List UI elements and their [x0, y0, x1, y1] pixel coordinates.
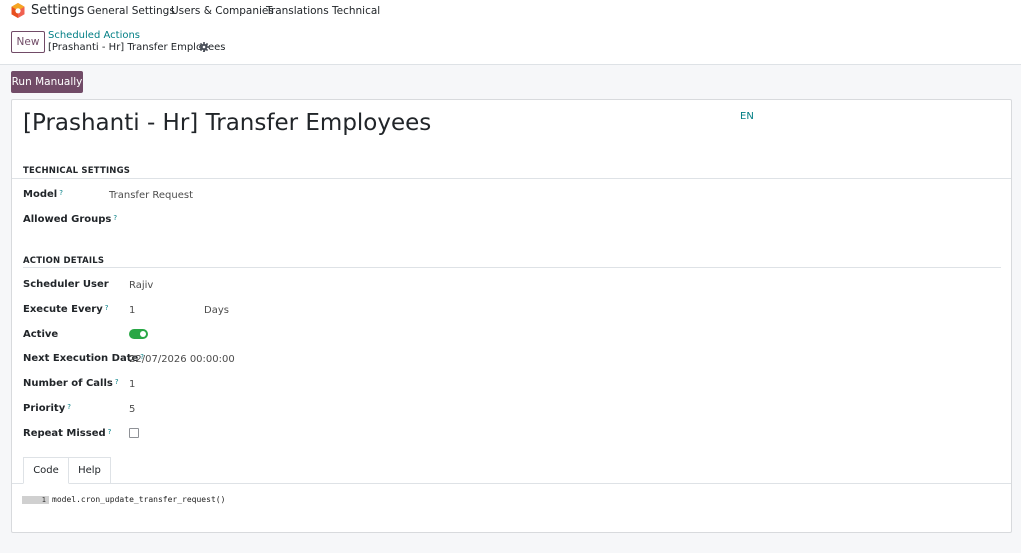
odoo-app-icon[interactable] [11, 3, 25, 18]
number-of-calls-label: Number of Calls? [23, 378, 119, 389]
active-label: Active [23, 329, 59, 340]
code-editor[interactable]: 1 model.cron_update_transfer_request() [22, 495, 1002, 507]
app-name[interactable]: Settings [31, 3, 84, 18]
menu-translations[interactable]: Translations [266, 5, 329, 17]
help-tooltip-icon[interactable]: ? [113, 214, 117, 222]
record-title[interactable]: [Prashanti - Hr] Transfer Employees [23, 110, 431, 136]
next-execution-date-field[interactable]: 22/07/2026 00:00:00 [129, 354, 235, 365]
menu-users-companies[interactable]: Users & Companies [171, 5, 274, 17]
language-switcher[interactable]: EN [740, 111, 754, 122]
breadcrumb-scheduled-actions[interactable]: Scheduled Actions [48, 30, 140, 41]
help-tooltip-icon[interactable]: ? [115, 378, 119, 386]
gear-icon[interactable] [199, 42, 209, 52]
form-sheet: [Prashanti - Hr] Transfer Employees EN T… [11, 99, 1012, 533]
section-action-details: ACTION DETAILS [23, 256, 105, 266]
help-tooltip-icon[interactable]: ? [105, 304, 109, 312]
run-manually-button[interactable]: Run Manually [11, 71, 83, 93]
tab-divider [12, 483, 1011, 484]
scheduler-user-label: Scheduler User [23, 279, 109, 290]
section-divider [23, 267, 1001, 268]
menu-general-settings[interactable]: General Settings [87, 5, 175, 17]
model-label: Model? [23, 189, 63, 200]
priority-field[interactable]: 5 [129, 404, 135, 415]
active-toggle[interactable] [129, 329, 148, 339]
tab-code[interactable]: Code [23, 457, 69, 484]
interval-unit-select[interactable]: Days [204, 305, 229, 316]
top-navbar: Settings General Settings Users & Compan… [0, 0, 1021, 22]
execute-every-label: Execute Every? [23, 304, 109, 315]
control-panel: New Scheduled Actions [Prashanti - Hr] T… [0, 22, 1021, 65]
interval-number-field[interactable]: 1 [129, 305, 135, 316]
number-of-calls-field[interactable]: 1 [129, 379, 135, 390]
section-technical-settings: TECHNICAL SETTINGS [23, 166, 131, 176]
repeat-missed-checkbox[interactable] [129, 428, 139, 438]
tab-help[interactable]: Help [68, 457, 111, 484]
priority-label: Priority? [23, 403, 71, 414]
new-button[interactable]: New [11, 31, 45, 53]
allowed-groups-label: Allowed Groups? [23, 214, 118, 225]
repeat-missed-label: Repeat Missed? [23, 428, 112, 439]
scheduler-user-field[interactable]: Rajiv [129, 280, 153, 291]
help-tooltip-icon[interactable]: ? [67, 403, 71, 411]
code-line[interactable]: model.cron_update_transfer_request() [52, 495, 225, 505]
section-divider [12, 178, 1011, 179]
menu-technical[interactable]: Technical [332, 5, 380, 17]
next-execution-date-label: Next Execution Date? [23, 353, 144, 364]
line-number: 1 [22, 496, 49, 504]
model-field[interactable]: Transfer Request [109, 190, 193, 201]
toggle-knob [140, 331, 146, 337]
help-tooltip-icon[interactable]: ? [59, 189, 63, 197]
help-tooltip-icon[interactable]: ? [108, 428, 112, 436]
